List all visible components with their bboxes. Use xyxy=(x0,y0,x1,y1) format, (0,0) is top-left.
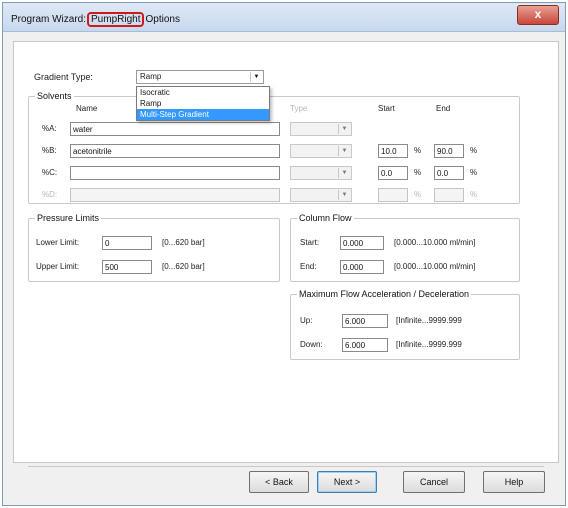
title-bar: Program Wizard: PumpRight Options x xyxy=(3,3,565,32)
flow-down-field[interactable] xyxy=(342,338,388,352)
flow-start-field[interactable] xyxy=(340,236,384,250)
solvent-c-label: %C: xyxy=(42,168,58,177)
solvent-d-start-unit: % xyxy=(414,190,422,199)
solvent-d-end-unit: % xyxy=(470,190,478,199)
lower-limit-range: [0...620 bar] xyxy=(162,238,205,247)
solvent-c-name-field[interactable] xyxy=(70,166,280,180)
cancel-button[interactable]: Cancel xyxy=(403,471,465,493)
solvent-b-name-field[interactable] xyxy=(70,144,280,158)
column-flow-group: Column Flow xyxy=(290,213,520,282)
solvent-name-header: Name xyxy=(76,104,98,113)
flow-down-range: [Infinite...9999.999 xyxy=(396,340,462,349)
title-suffix: Options xyxy=(145,14,180,25)
solvent-c-end-unit: % xyxy=(470,168,478,177)
flow-start-range: [0.000...10.000 ml/min] xyxy=(394,238,476,247)
solvent-d-label: %D: xyxy=(42,190,58,199)
gradient-type-select[interactable]: Ramp ▼ xyxy=(136,70,264,84)
solvent-a-type-select[interactable]: ▼ xyxy=(290,122,352,136)
solvent-c-start-unit: % xyxy=(414,168,422,177)
flow-end-label: End: xyxy=(300,262,317,271)
solvents-group-label: Solvents xyxy=(35,91,74,101)
flow-up-label: Up: xyxy=(300,316,313,325)
option-isocratic[interactable]: Isocratic xyxy=(137,87,269,98)
option-multi-step-gradient[interactable]: Multi-Step Gradient xyxy=(137,109,269,120)
wizard-content: Gradient Type: Ramp ▼ Solvents Name Type… xyxy=(13,41,559,467)
close-button[interactable]: x xyxy=(517,5,559,25)
gradient-type-label: Gradient Type: xyxy=(34,72,93,82)
solvent-end-header: End xyxy=(436,104,451,113)
solvent-b-type-select[interactable]: ▼ xyxy=(290,144,352,158)
gradient-type-dropdown: Isocratic Ramp Multi-Step Gradient xyxy=(136,86,270,121)
pressure-limits-group: Pressure Limits xyxy=(28,213,280,282)
flow-up-range: [Infinite...9999.999 xyxy=(396,316,462,325)
flow-start-label: Start: xyxy=(300,238,320,247)
upper-limit-range: [0...620 bar] xyxy=(162,262,205,271)
solvent-c-start-field[interactable] xyxy=(378,166,408,180)
help-button[interactable]: Help xyxy=(483,471,545,493)
close-icon: x xyxy=(534,7,542,21)
pressure-limits-label: Pressure Limits xyxy=(35,213,102,223)
solvent-b-label: %B: xyxy=(42,146,57,155)
title-prefix: Program Wizard: xyxy=(11,14,87,25)
title-highlight-pumpright: PumpRight xyxy=(87,12,145,27)
max-flow-label: Maximum Flow Acceleration / Deceleration xyxy=(297,289,472,299)
solvent-b-end-unit: % xyxy=(470,146,478,155)
solvent-b-start-unit: % xyxy=(414,146,422,155)
flow-end-range: [0.000...10.000 ml/min] xyxy=(394,262,476,271)
chevron-down-icon: ▼ xyxy=(338,190,350,200)
chevron-down-icon: ▼ xyxy=(338,168,350,178)
lower-limit-label: Lower Limit: xyxy=(36,238,80,247)
upper-limit-field[interactable] xyxy=(102,260,152,274)
solvent-c-type-select[interactable]: ▼ xyxy=(290,166,352,180)
gradient-type-value: Ramp xyxy=(140,72,162,81)
chevron-down-icon: ▼ xyxy=(338,124,350,134)
option-ramp[interactable]: Ramp xyxy=(137,98,269,109)
solvent-a-label: %A: xyxy=(42,124,57,133)
flow-down-label: Down: xyxy=(300,340,323,349)
next-button[interactable]: Next > xyxy=(317,471,377,493)
max-flow-group: Maximum Flow Acceleration / Deceleration xyxy=(290,289,520,360)
solvent-b-start-field[interactable] xyxy=(378,144,408,158)
column-flow-label: Column Flow xyxy=(297,213,354,223)
solvent-d-end-field xyxy=(434,188,464,202)
solvent-d-type-select: ▼ xyxy=(290,188,352,202)
solvent-a-name-field[interactable] xyxy=(70,122,280,136)
solvent-c-end-field[interactable] xyxy=(434,166,464,180)
solvent-start-header: Start xyxy=(378,104,395,113)
chevron-down-icon: ▼ xyxy=(250,72,262,82)
window-title: Program Wizard: PumpRight Options xyxy=(11,12,180,27)
solvent-type-header: Type xyxy=(290,104,308,113)
back-button[interactable]: < Back xyxy=(249,471,309,493)
bottom-divider xyxy=(28,466,544,467)
solvent-d-start-field xyxy=(378,188,408,202)
upper-limit-label: Upper Limit: xyxy=(36,262,80,271)
solvent-d-name-field xyxy=(70,188,280,202)
solvent-b-end-field[interactable] xyxy=(434,144,464,158)
lower-limit-field[interactable] xyxy=(102,236,152,250)
flow-end-field[interactable] xyxy=(340,260,384,274)
wizard-window: Program Wizard: PumpRight Options x Grad… xyxy=(2,2,566,506)
chevron-down-icon: ▼ xyxy=(338,146,350,156)
flow-up-field[interactable] xyxy=(342,314,388,328)
